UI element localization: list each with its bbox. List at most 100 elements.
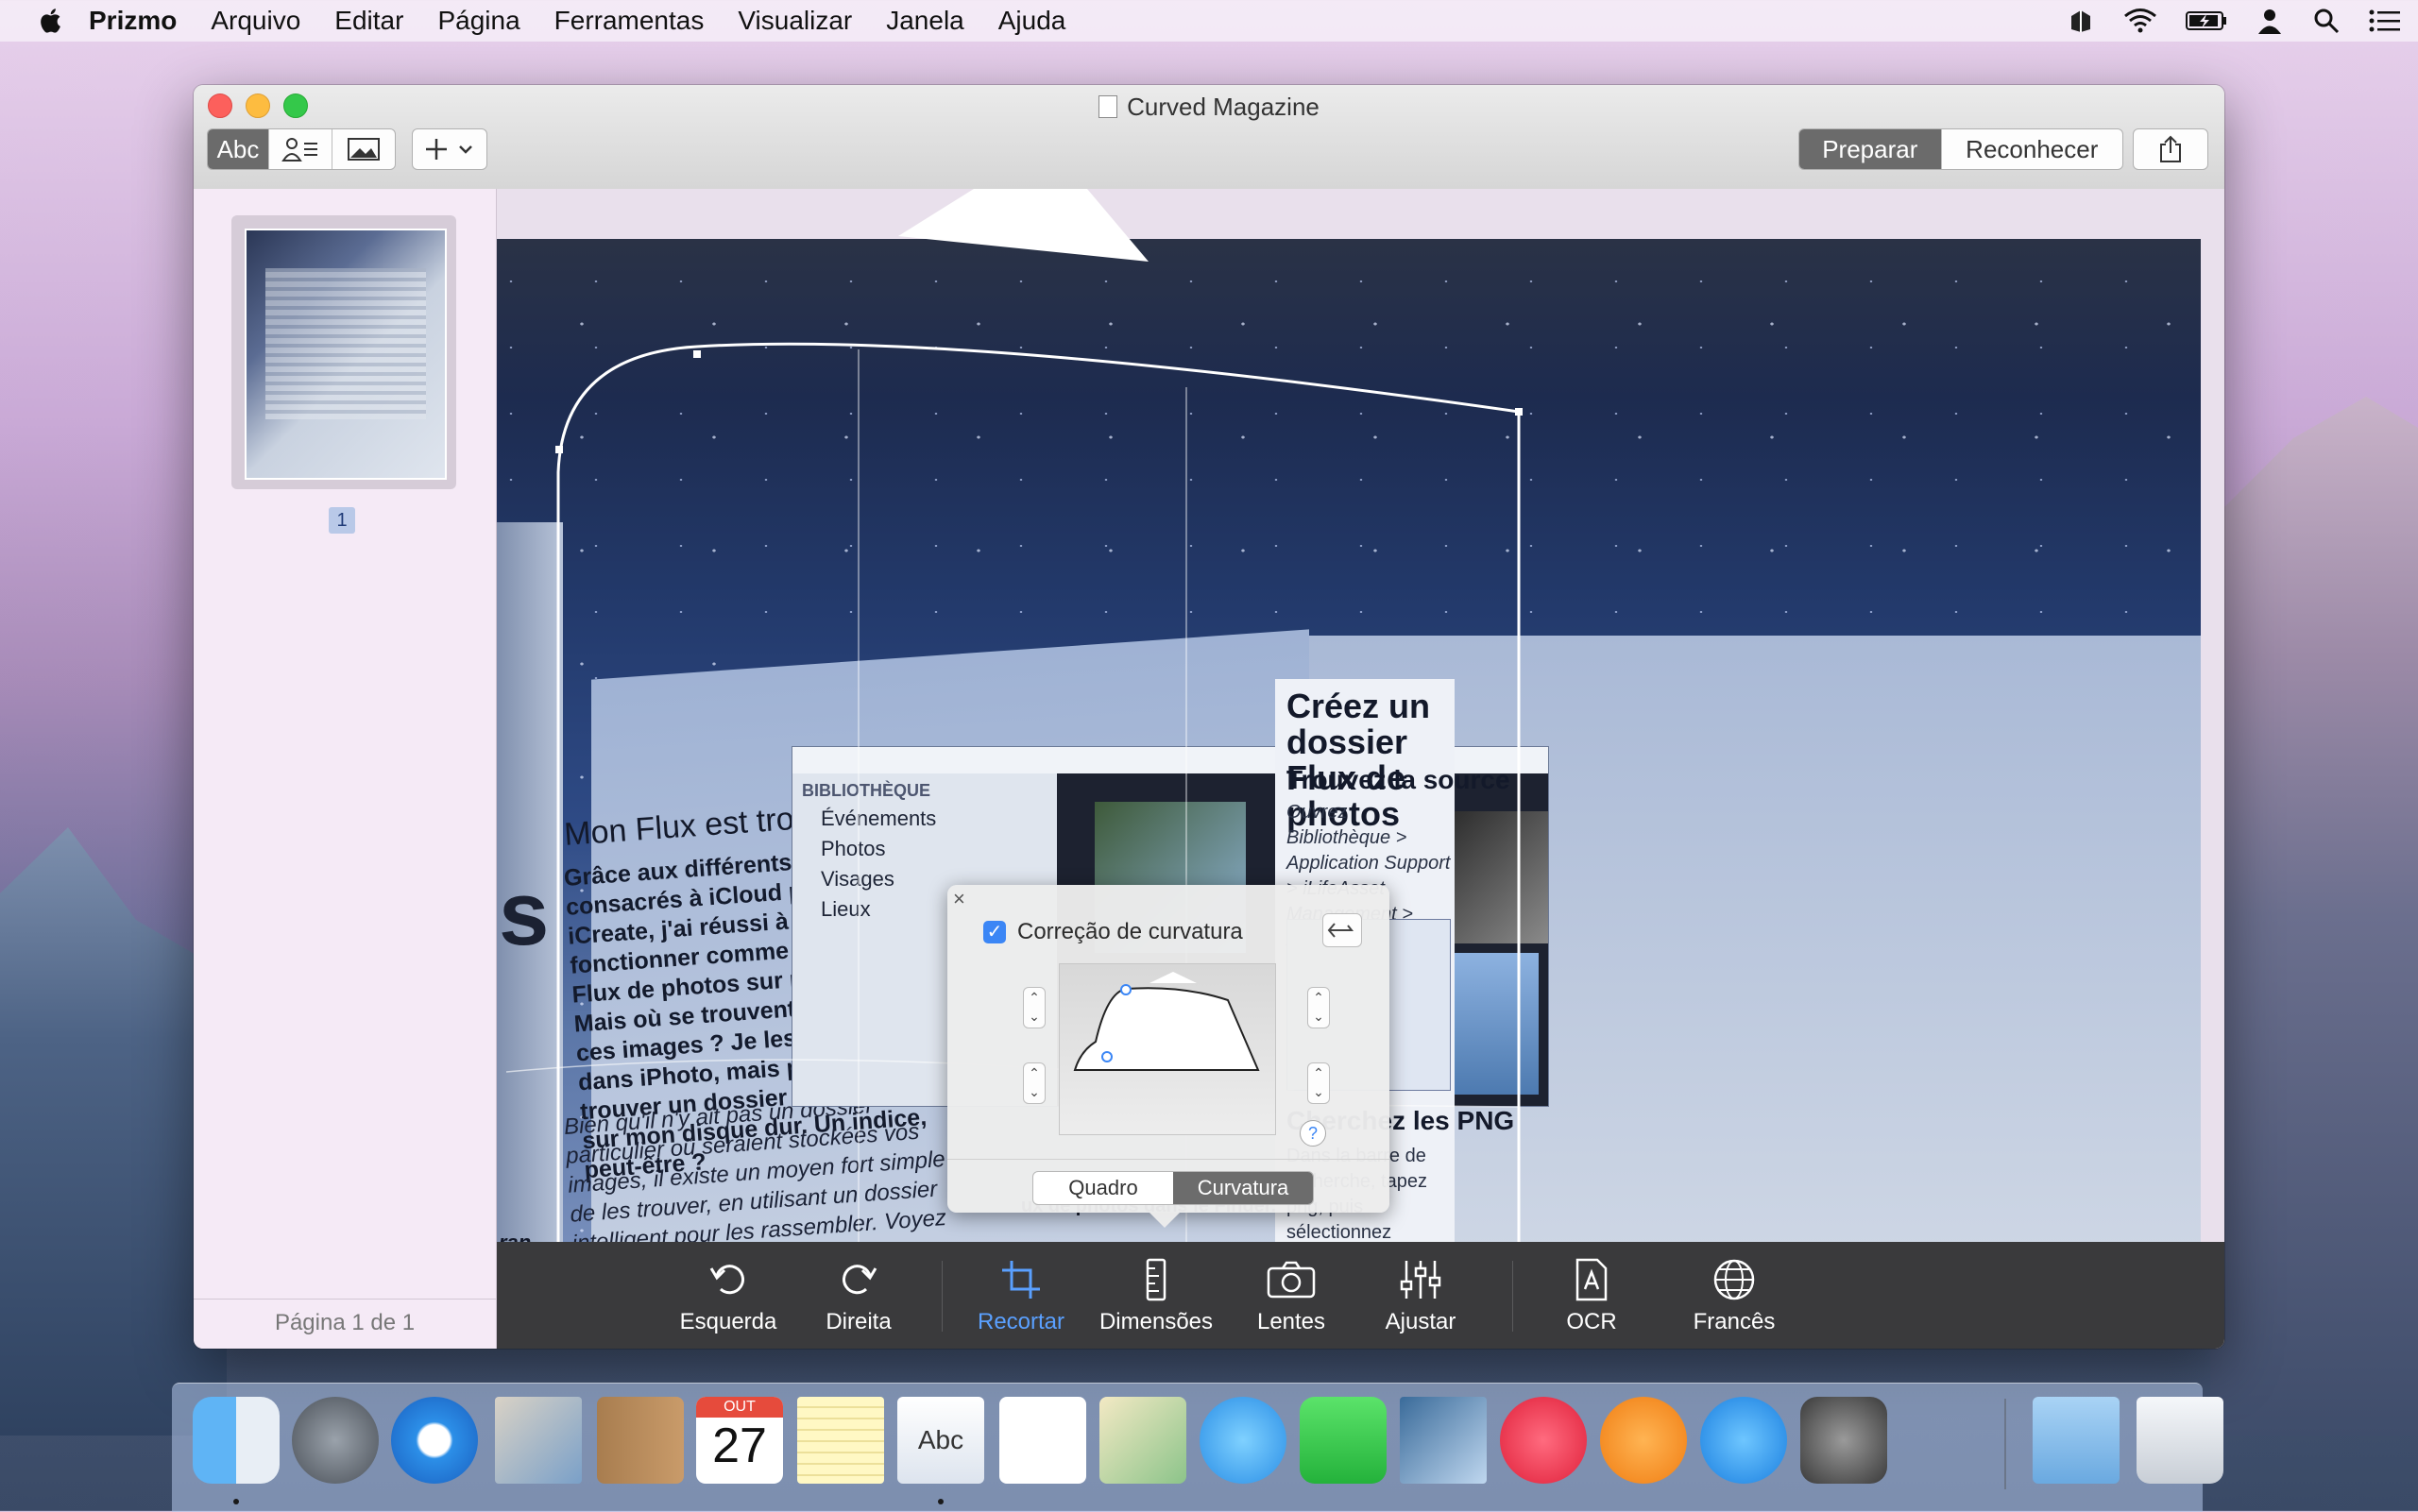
prizmo-window: Curved Magazine Abc Preparar Reconhecer [194, 85, 2224, 1349]
globe-icon [1713, 1259, 1755, 1300]
wallpaper-mountain-left [0, 827, 227, 1436]
ibooks-dock-icon[interactable] [1600, 1397, 1687, 1484]
menu-visualizar[interactable]: Visualizar [738, 6, 852, 36]
notification-center-icon[interactable] [2369, 8, 2401, 33]
popover-mode-segmented: Quadro Curvatura [1032, 1171, 1314, 1205]
sliders-icon [1400, 1261, 1441, 1299]
curvatura-segment[interactable]: Curvatura [1173, 1172, 1313, 1204]
curvature-correction-checkbox[interactable]: ✓ [983, 921, 1006, 943]
stepper-top-right[interactable]: ⌃ ⌄ [1307, 987, 1330, 1028]
menu-app-name[interactable]: Prizmo [89, 6, 177, 36]
trash-dock-icon[interactable] [2137, 1397, 2223, 1484]
dock: OUT 27 Abc [172, 1383, 2223, 1512]
reminders-dock-icon[interactable] [999, 1397, 1086, 1484]
itunes-dock-icon[interactable] [1500, 1397, 1587, 1484]
page-thumbnail[interactable] [245, 229, 447, 480]
contacts-dock-icon[interactable] [597, 1397, 684, 1484]
photo-booth-dock-icon[interactable] [1400, 1397, 1487, 1484]
text-view-button[interactable]: Abc [208, 129, 269, 169]
messages-dock-icon[interactable] [1200, 1397, 1286, 1484]
downloads-folder-dock-icon[interactable] [2033, 1397, 2120, 1484]
crop-label: Recortar [977, 1309, 1065, 1334]
wallpaper-mountain-right [2210, 397, 2418, 1436]
calendar-dock-icon[interactable]: OUT 27 [696, 1397, 783, 1484]
lenses-label: Lentes [1256, 1309, 1326, 1334]
spotlight-search-icon[interactable] [2312, 7, 2341, 35]
curvature-popover: × ✓ Correção de curvatura ⌃ ⌄ ⌃ ⌄ ⌃ ⌄ ⌃ ⌄ ? … [947, 885, 1389, 1228]
evernote-icon[interactable] [2067, 7, 2095, 35]
ruler-icon [1146, 1258, 1166, 1301]
dock-separator [2004, 1399, 2006, 1489]
mode-segmented: Preparar Reconhecer [1798, 128, 2123, 170]
prizmo-dock-icon[interactable]: Abc [897, 1397, 984, 1484]
menu-ferramentas[interactable]: Ferramentas [554, 6, 705, 36]
share-button[interactable] [2133, 128, 2208, 170]
maps-dock-icon[interactable] [1099, 1397, 1186, 1484]
finder-dock-icon[interactable] [193, 1397, 280, 1484]
person-list-icon [281, 138, 317, 161]
menu-arquivo[interactable]: Arquivo [211, 6, 300, 36]
launchpad-dock-icon[interactable] [292, 1397, 379, 1484]
safari-dock-icon[interactable] [391, 1397, 478, 1484]
app-store-dock-icon[interactable] [1700, 1397, 1787, 1484]
crop-icon [1002, 1261, 1040, 1299]
rotate-left-label: Esquerda [679, 1309, 777, 1334]
image-view-button[interactable] [332, 129, 395, 169]
calendar-day: 27 [712, 1419, 767, 1473]
language-label: Francês [1693, 1309, 1776, 1334]
stepper-top-left[interactable]: ⌃ ⌄ [1023, 987, 1046, 1028]
rotate-right-button[interactable]: Direita [788, 1256, 929, 1335]
menu-editar[interactable]: Editar [334, 6, 403, 36]
menu-ajuda[interactable]: Ajuda [998, 6, 1066, 36]
dimensions-label: Dimensões [1098, 1309, 1214, 1334]
adjust-button[interactable]: Ajustar [1350, 1256, 1491, 1335]
user-icon[interactable] [2256, 7, 2284, 35]
share-icon [2160, 135, 2181, 162]
curvature-correction-label: Correção de curvatura [1017, 919, 1243, 944]
finder-item: Événements [821, 807, 937, 830]
apple-menu-icon[interactable] [38, 7, 66, 35]
preparar-button[interactable]: Preparar [1799, 129, 1942, 169]
wifi-icon[interactable] [2123, 8, 2157, 34]
rotate-right-label: Direita [826, 1309, 892, 1334]
language-button[interactable]: Francês [1663, 1256, 1805, 1335]
toolbar-separator [942, 1261, 943, 1332]
crop-button[interactable]: Recortar [950, 1256, 1092, 1335]
rotate-left-icon [709, 1265, 744, 1295]
popover-separator [947, 1159, 1389, 1160]
facetime-dock-icon[interactable] [1300, 1397, 1387, 1484]
image-icon [348, 138, 380, 161]
stepper-bottom-left[interactable]: ⌃ ⌄ [1023, 1062, 1046, 1104]
lenses-button[interactable]: Lentes [1220, 1256, 1362, 1335]
popover-close-button[interactable]: × [953, 887, 965, 911]
page-thumbnails-sidebar: 1 Página 1 de 1 [194, 189, 497, 1349]
toolbar-separator [1512, 1261, 1513, 1332]
reconhecer-button[interactable]: Reconhecer [1942, 129, 2122, 169]
ocr-button[interactable]: OCR [1521, 1256, 1662, 1335]
page-thumbnail-selection[interactable] [231, 215, 456, 489]
ocr-label: OCR [1566, 1309, 1617, 1334]
help-button[interactable]: ? [1300, 1120, 1326, 1147]
window-title: Curved Magazine [194, 93, 2224, 122]
mail-dock-icon[interactable] [495, 1397, 582, 1484]
rotate-left-button[interactable]: Esquerda [657, 1256, 799, 1335]
notes-dock-icon[interactable] [797, 1397, 884, 1484]
menu-pagina[interactable]: Página [437, 6, 519, 36]
curvature-preview[interactable] [1059, 963, 1276, 1135]
finder-sidebar-header: BIBLIOTHÈQUE [802, 781, 931, 800]
menu-janela[interactable]: Janela [886, 6, 964, 36]
stepper-bottom-right[interactable]: ⌃ ⌄ [1307, 1062, 1330, 1104]
magazine-big-letter: s [499, 863, 550, 964]
layout-view-button[interactable] [269, 129, 332, 169]
share-button-inner [2134, 129, 2207, 169]
quadro-segment[interactable]: Quadro [1033, 1172, 1173, 1204]
magazine-right-subtitle1: Trouvez la source [1286, 765, 1510, 794]
system-preferences-dock-icon[interactable] [1800, 1397, 1887, 1484]
calendar-month: OUT [696, 1397, 783, 1418]
dimensions-button[interactable]: Dimensões [1085, 1256, 1227, 1335]
page-number-badge: 1 [329, 507, 355, 534]
add-menu-button[interactable] [412, 128, 487, 170]
battery-icon[interactable] [2186, 9, 2227, 32]
reset-curvature-button[interactable] [1322, 913, 1362, 947]
camera-icon [1267, 1261, 1316, 1299]
